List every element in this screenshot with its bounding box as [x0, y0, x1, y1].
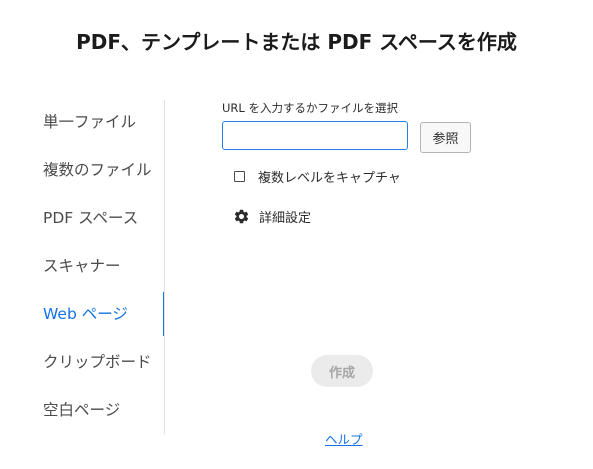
sidebar-divider — [164, 100, 165, 434]
advanced-settings-button[interactable]: 詳細設定 — [233, 206, 311, 226]
sidebar-item-blank-page[interactable]: 空白ページ — [0, 388, 165, 432]
sidebar-item-single-file[interactable]: 単一ファイル — [0, 100, 165, 144]
sidebar-item-clipboard[interactable]: クリップボード — [0, 340, 165, 384]
advanced-settings-label: 詳細設定 — [259, 210, 312, 226]
capture-levels-checkbox[interactable]: 複数レベルをキャプチャ — [234, 166, 401, 186]
sidebar-item-scanner[interactable]: スキャナー — [0, 244, 165, 288]
url-field-label: URL を入力するかファイルを選択 — [222, 101, 398, 115]
checkbox-unchecked-icon[interactable] — [234, 170, 245, 182]
sidebar-item-label: スキャナー — [43, 257, 121, 275]
sidebar-item-label: PDF スペース — [43, 209, 139, 227]
sidebar-item-multiple-files[interactable]: 複数のファイル — [0, 148, 165, 192]
create-button[interactable]: 作成 — [311, 355, 373, 387]
sidebar: 単一ファイル 複数のファイル PDF スペース スキャナー Web ページ クリ… — [0, 98, 165, 434]
capture-levels-label: 複数レベルをキャプチャ — [258, 170, 401, 186]
sidebar-item-pdf-space[interactable]: PDF スペース — [0, 196, 165, 240]
browse-button[interactable]: 参照 — [420, 122, 471, 153]
url-input[interactable] — [222, 121, 408, 150]
sidebar-item-label: クリップボード — [43, 353, 152, 371]
sidebar-item-label: 複数のファイル — [43, 161, 152, 179]
help-link[interactable]: ヘルプ — [325, 429, 363, 448]
gear-icon — [234, 209, 249, 223]
dialog-title: PDF、テンプレートまたは PDF スペースを作成 — [76, 30, 517, 54]
sidebar-item-web-page[interactable]: Web ページ — [0, 292, 165, 336]
sidebar-item-label: 空白ページ — [43, 401, 121, 419]
sidebar-item-label: Web ページ — [43, 305, 128, 323]
sidebar-item-label: 単一ファイル — [43, 113, 137, 131]
